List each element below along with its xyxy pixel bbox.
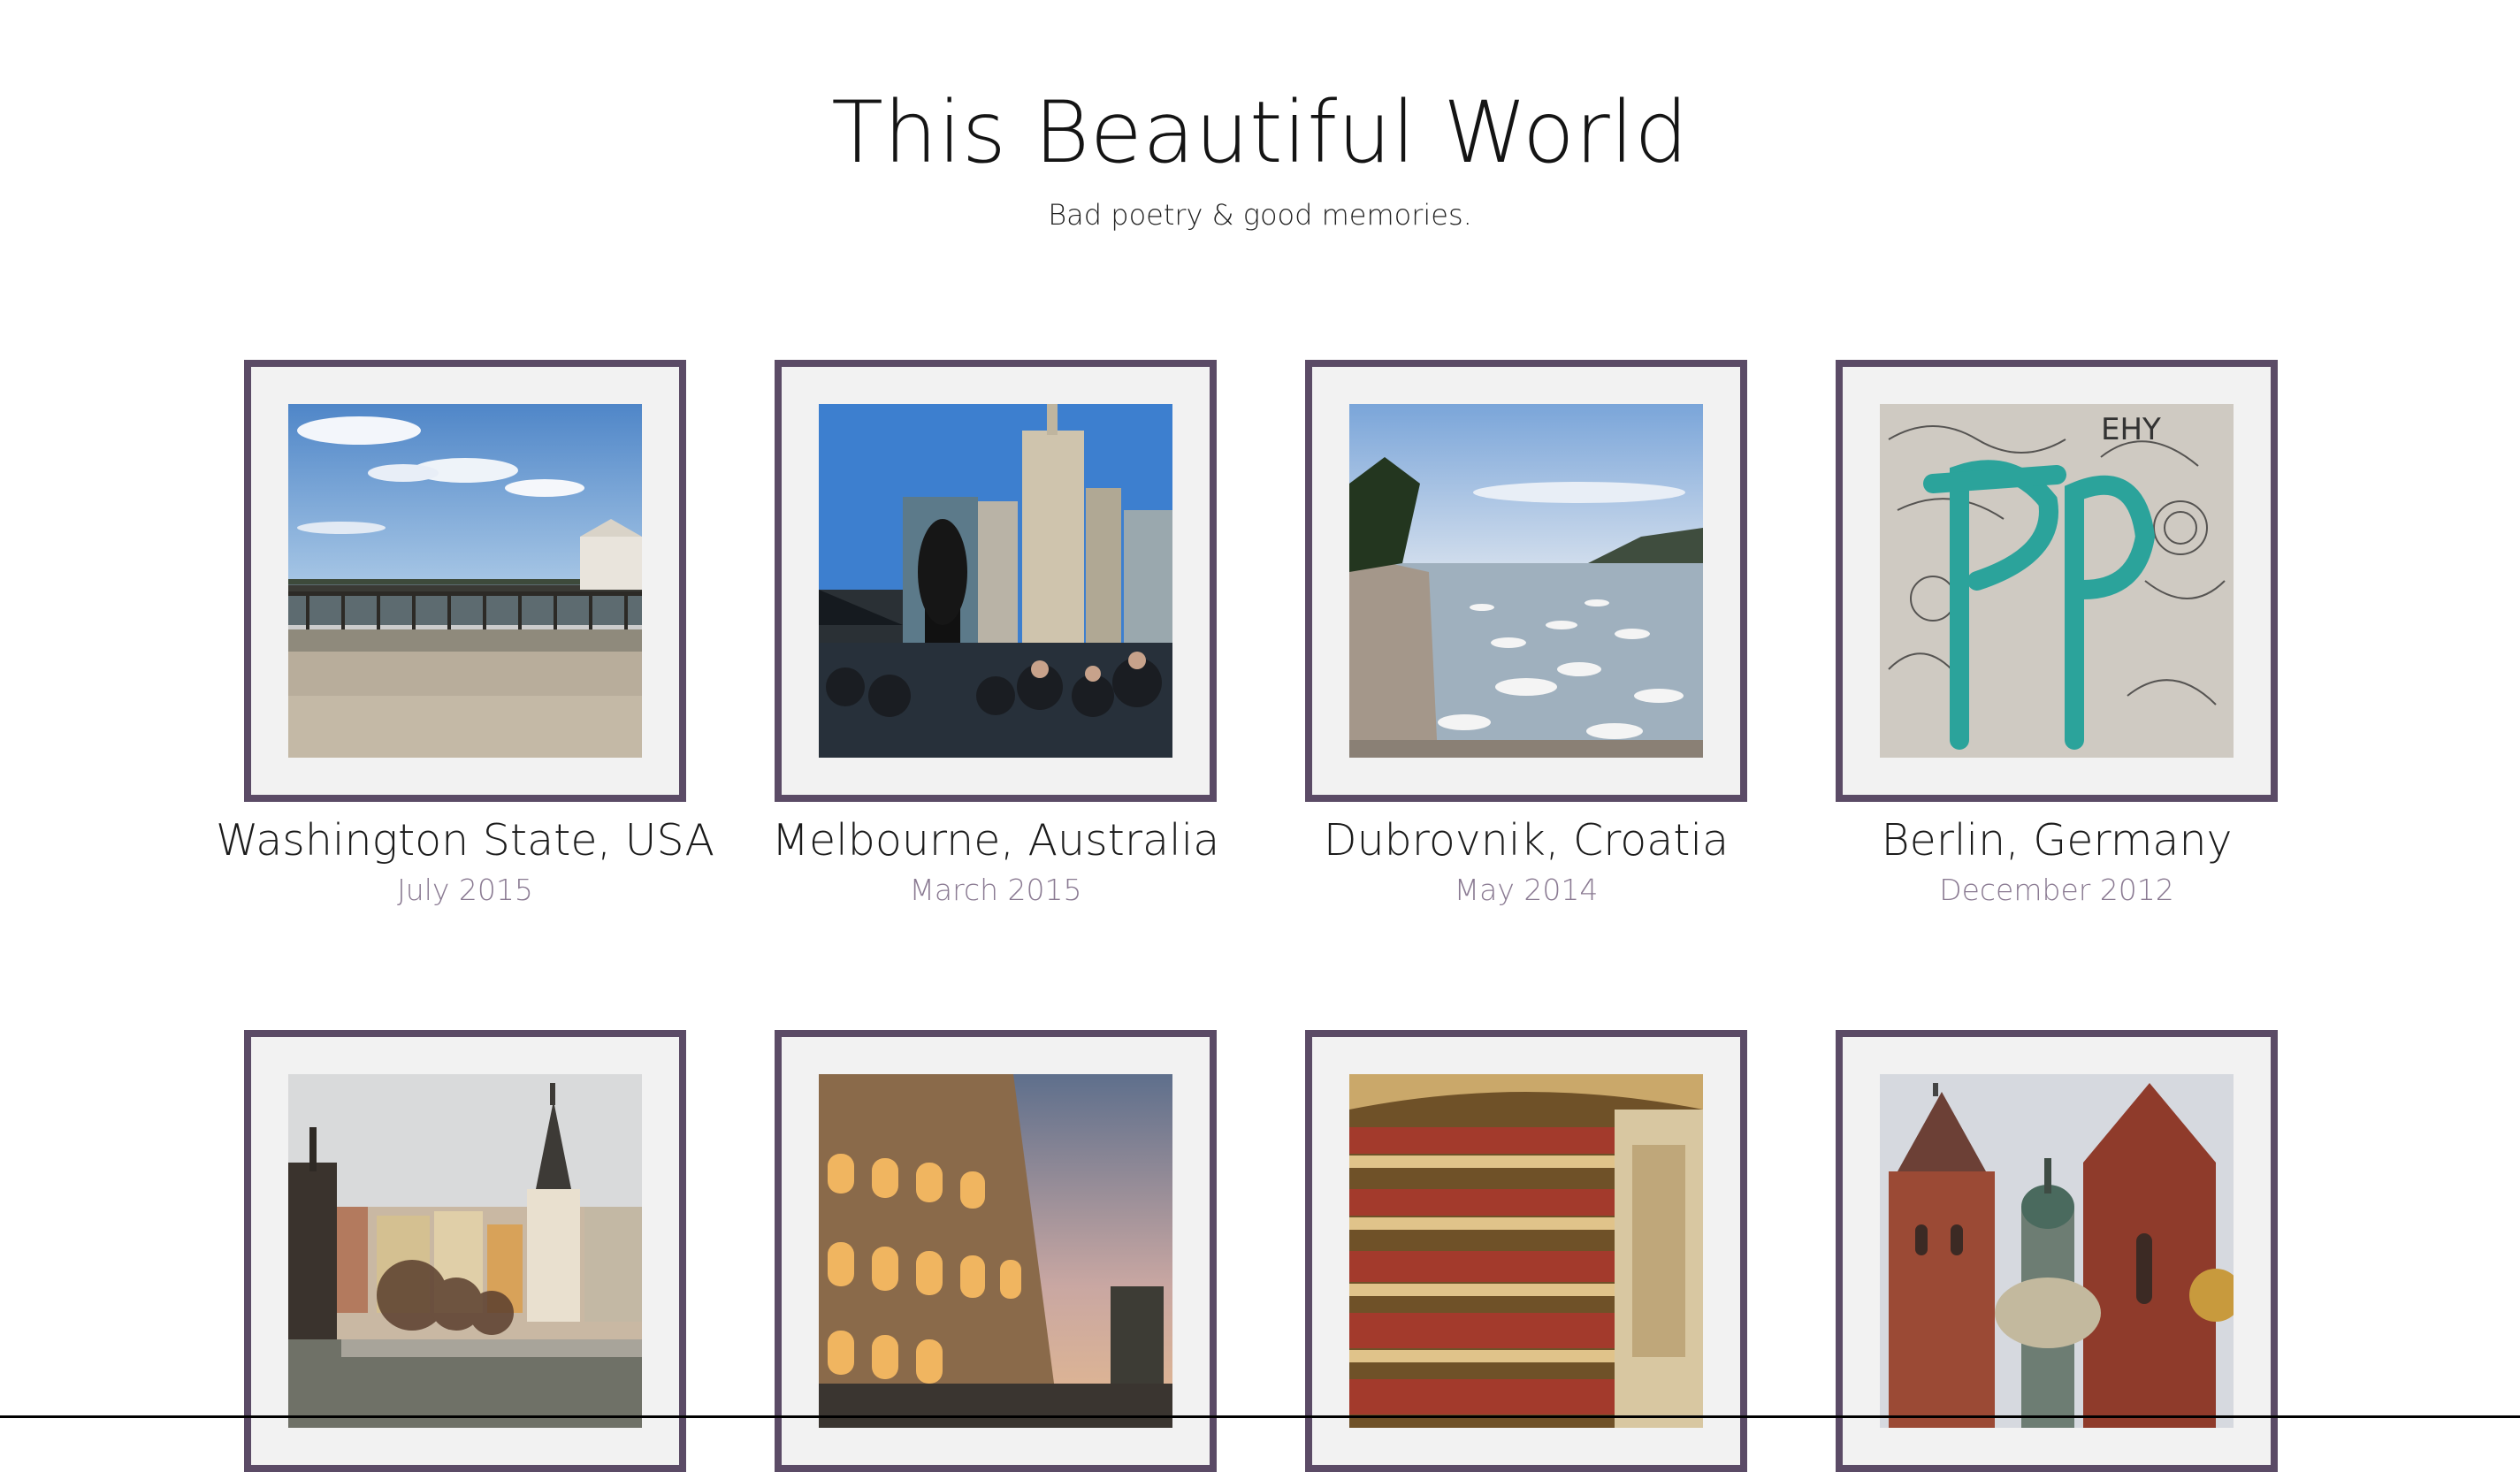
photo-location: Washington State, USA xyxy=(215,815,715,866)
harbor-boats-photo[interactable] xyxy=(1349,404,1703,758)
graffiti-wall-image: EHY xyxy=(1880,404,2234,758)
photo-location: Berlin, Germany xyxy=(1881,815,2233,866)
photo-gallery: Washington State, USA July 2015 Melbourn… xyxy=(0,0,2520,1472)
photo-date: December 2012 xyxy=(1939,873,2174,907)
photo-frame[interactable] xyxy=(244,1030,686,1472)
photo-date: July 2015 xyxy=(397,873,533,907)
cathedral-towers-image xyxy=(1880,1074,2234,1428)
svg-text:EHY: EHY xyxy=(2101,412,2161,447)
city-skyline-photo[interactable] xyxy=(819,404,1172,758)
photo-frame[interactable] xyxy=(775,1030,1217,1472)
colosseum-photo[interactable] xyxy=(819,1074,1172,1428)
photo-location: Dubrovnik, Croatia xyxy=(1323,815,1730,866)
photo-frame[interactable]: EHY xyxy=(1836,360,2278,802)
cathedral-towers-photo[interactable] xyxy=(1880,1074,2234,1428)
riverside-town-photo[interactable] xyxy=(288,1074,642,1428)
beach-pier-image xyxy=(288,404,642,758)
photo-frame[interactable] xyxy=(775,360,1217,802)
opera-house-interior-image xyxy=(1349,1074,1703,1428)
colosseum-image xyxy=(819,1074,1172,1428)
photo-frame[interactable] xyxy=(244,360,686,802)
riverside-town-image xyxy=(288,1074,642,1428)
city-skyline-image xyxy=(819,404,1172,758)
photo-date: March 2015 xyxy=(909,873,1082,907)
opera-house-interior-photo[interactable] xyxy=(1349,1074,1703,1428)
harbor-boats-image xyxy=(1349,404,1703,758)
photo-location: Melbourne, Australia xyxy=(771,815,1220,866)
photo-frame[interactable] xyxy=(1305,1030,1747,1472)
graffiti-wall-photo[interactable]: EHY xyxy=(1880,404,2234,758)
photo-frame[interactable] xyxy=(1305,360,1747,802)
photo-date: May 2014 xyxy=(1454,873,1599,907)
photo-frame[interactable] xyxy=(1836,1030,2278,1472)
beach-pier-photo[interactable] xyxy=(288,404,642,758)
